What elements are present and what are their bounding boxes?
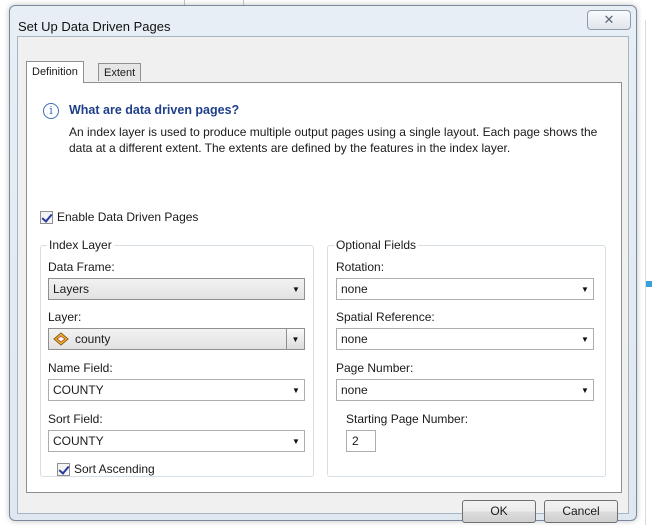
page-number-value: none xyxy=(341,383,368,397)
chevron-down-icon: ▼ xyxy=(286,329,304,349)
dialog-client-area: Definition Extent i What are data driven… xyxy=(17,36,629,523)
name-field-value: COUNTY xyxy=(53,383,104,397)
chevron-down-icon: ▼ xyxy=(292,436,300,446)
chevron-down-icon: ▼ xyxy=(581,385,589,395)
ok-button[interactable]: OK xyxy=(462,500,536,523)
sort-ascending-checkbox[interactable] xyxy=(57,462,70,476)
data-frame-dropdown[interactable]: Layers ▼ xyxy=(48,278,305,300)
chevron-down-icon: ▼ xyxy=(292,284,300,294)
close-icon: ✕ xyxy=(603,12,615,27)
rotation-dropdown[interactable]: none ▼ xyxy=(336,278,594,300)
spatial-reference-value: none xyxy=(341,332,368,346)
enable-ddp-row[interactable]: Enable Data Driven Pages xyxy=(40,210,198,224)
starting-page-number-input[interactable]: 2 xyxy=(346,430,376,452)
tab-extent[interactable]: Extent xyxy=(98,63,142,81)
optional-fields-group: Optional Fields Rotation: none ▼ Spatial… xyxy=(327,238,606,477)
sort-ascending-row[interactable]: Sort Ascending xyxy=(57,462,155,476)
layer-value: county xyxy=(75,332,111,346)
close-button[interactable]: ✕ xyxy=(587,10,631,30)
cancel-button[interactable]: Cancel xyxy=(544,500,618,523)
data-frame-value: Layers xyxy=(53,282,90,296)
sort-field-label: Sort Field: xyxy=(48,412,103,426)
tab-definition[interactable]: Definition xyxy=(26,61,84,83)
spatial-reference-label: Spatial Reference: xyxy=(336,310,435,324)
page-number-label: Page Number: xyxy=(336,361,414,375)
rotation-label: Rotation: xyxy=(336,260,385,274)
index-layer-group-title: Index Layer xyxy=(47,238,114,252)
chevron-down-icon: ▼ xyxy=(292,385,300,395)
name-field-label: Name Field: xyxy=(48,361,113,375)
sort-ascending-label: Sort Ascending xyxy=(74,462,155,476)
data-frame-label: Data Frame: xyxy=(48,260,115,274)
starting-page-number-label: Starting Page Number: xyxy=(346,412,469,426)
rotation-value: none xyxy=(341,282,368,296)
sort-field-value: COUNTY xyxy=(53,434,104,448)
spatial-reference-dropdown[interactable]: none ▼ xyxy=(336,328,594,350)
definition-panel: i What are data driven pages? An index l… xyxy=(26,82,622,493)
sort-field-dropdown[interactable]: COUNTY ▼ xyxy=(48,430,305,452)
layer-label: Layer: xyxy=(48,310,82,324)
index-layer-group: Index Layer Data Frame: Layers ▼ Layer: … xyxy=(40,238,314,477)
enable-ddp-label: Enable Data Driven Pages xyxy=(57,210,199,224)
dialog-title: Set Up Data Driven Pages xyxy=(18,19,171,34)
dialog-window: Set Up Data Driven Pages ✕ Definition Ex… xyxy=(9,5,637,523)
optional-fields-group-title: Optional Fields xyxy=(334,238,419,252)
enable-ddp-checkbox[interactable] xyxy=(40,210,53,224)
info-title: What are data driven pages? xyxy=(69,103,240,117)
page-number-dropdown[interactable]: none ▼ xyxy=(336,379,594,401)
chevron-down-icon: ▼ xyxy=(581,334,589,344)
polygon-layer-icon xyxy=(53,332,69,346)
chevron-down-icon: ▼ xyxy=(581,284,589,294)
info-description: An index layer is used to produce multip… xyxy=(69,125,598,155)
info-icon: i xyxy=(43,103,59,119)
background-guide-vertical xyxy=(645,20,646,525)
name-field-dropdown[interactable]: COUNTY ▼ xyxy=(48,379,305,401)
background-selection-handle xyxy=(646,281,652,287)
layer-dropdown[interactable]: county ▼ xyxy=(48,328,305,350)
